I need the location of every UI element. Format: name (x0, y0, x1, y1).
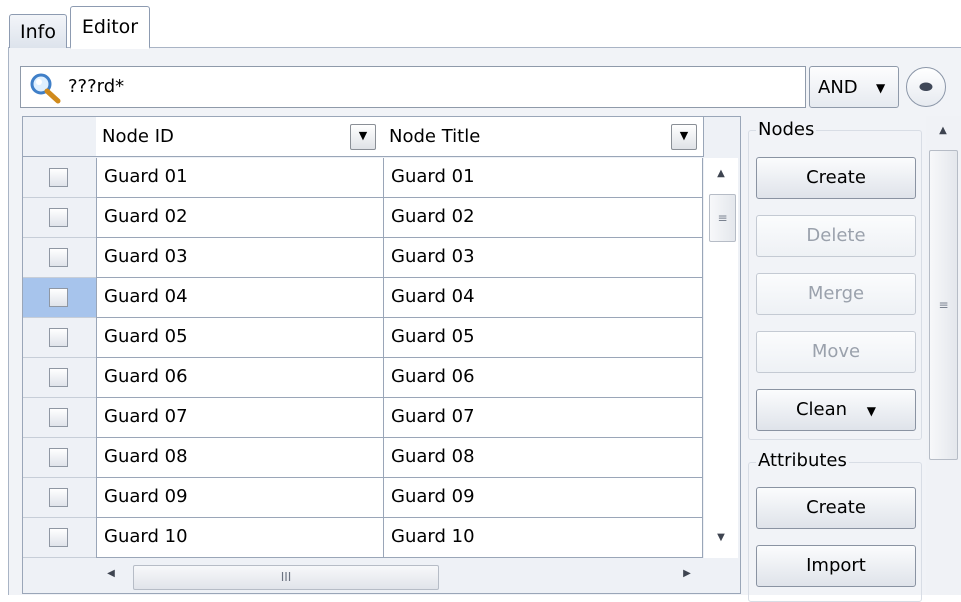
table-row[interactable]: Guard 01 Guard 01 (23, 158, 703, 198)
row-select-cell[interactable] (23, 318, 96, 358)
node-title-cell[interactable]: Guard 04 (383, 278, 703, 318)
table-row[interactable]: Guard 07 Guard 07 (23, 398, 703, 438)
row-checkbox[interactable] (49, 408, 68, 427)
side-panel-scroll-thumb[interactable]: ≡ (929, 150, 958, 460)
node-id-cell[interactable]: Guard 10 (96, 518, 383, 558)
node-title-cell[interactable]: Guard 08 (383, 438, 703, 478)
table-row[interactable]: Guard 04 Guard 04 (23, 278, 703, 318)
clean-button-label: Clean (795, 399, 848, 420)
node-id-cell[interactable]: Guard 04 (96, 278, 383, 318)
node-title-cell[interactable]: Guard 06 (383, 358, 703, 398)
node-title-cell[interactable]: Guard 01 (383, 158, 703, 198)
table-row[interactable]: Guard 02 Guard 02 (23, 198, 703, 238)
double-chevron-down-icon[interactable]: ⬬ (906, 67, 946, 107)
column-header-node-title[interactable]: Node Title ▼ (383, 117, 704, 157)
grid-scroll-thumb[interactable]: ≡ (709, 194, 736, 242)
operator-value: AND (818, 77, 858, 98)
table-row[interactable]: Guard 03 Guard 03 (23, 238, 703, 278)
scroll-up-arrow-icon[interactable]: ▲ (712, 168, 730, 179)
node-id-cell[interactable]: Guard 08 (96, 438, 383, 478)
node-id-cell[interactable]: Guard 03 (96, 238, 383, 278)
tab-editor-label: Editor (81, 16, 139, 38)
node-title-cell[interactable]: Guard 02 (383, 198, 703, 238)
node-id-cell[interactable]: Guard 07 (96, 398, 383, 438)
tab-info-label: Info (20, 21, 56, 43)
attributes-group-title: Attributes (756, 450, 849, 471)
node-id-cell[interactable]: Guard 06 (96, 358, 383, 398)
row-checkbox[interactable] (49, 528, 68, 547)
table-row[interactable]: Guard 10 Guard 10 (23, 518, 703, 558)
row-checkbox[interactable] (49, 168, 68, 187)
tab-info[interactable]: Info (9, 14, 67, 48)
row-select-cell[interactable] (23, 518, 96, 558)
column-header-label: Node ID (102, 126, 174, 147)
table-row[interactable]: Guard 06 Guard 06 (23, 358, 703, 398)
row-checkbox[interactable] (49, 248, 68, 267)
nodes-group-title: Nodes (756, 119, 817, 140)
node-id-cell[interactable]: Guard 01 (96, 158, 383, 198)
create-attribute-button[interactable]: Create (756, 487, 916, 529)
row-checkbox[interactable] (49, 328, 68, 347)
row-select-cell[interactable] (23, 198, 96, 238)
column-header-label: Node Title (389, 126, 481, 147)
row-select-cell[interactable] (23, 398, 96, 438)
table-row[interactable]: Guard 09 Guard 09 (23, 478, 703, 518)
row-checkbox[interactable] (49, 448, 68, 467)
clean-menu-button[interactable]: Clean ▼ (756, 389, 916, 431)
node-title-cell[interactable]: Guard 05 (383, 318, 703, 358)
create-node-button[interactable]: Create (756, 157, 916, 199)
filter-dropdown-icon[interactable]: ▼ (671, 124, 697, 150)
merge-node-button[interactable]: Merge (756, 273, 916, 315)
row-select-cell[interactable] (23, 238, 96, 278)
node-title-cell[interactable]: Guard 03 (383, 238, 703, 278)
import-attribute-button[interactable]: Import (756, 545, 916, 587)
row-checkbox[interactable] (49, 488, 68, 507)
node-id-cell[interactable]: Guard 09 (96, 478, 383, 518)
row-select-cell[interactable] (23, 358, 96, 398)
filter-dropdown-icon[interactable]: ▼ (350, 124, 376, 150)
table-row[interactable]: Guard 05 Guard 05 (23, 318, 703, 358)
scroll-down-arrow-icon[interactable]: ▼ (712, 532, 730, 543)
row-checkbox[interactable] (49, 288, 68, 307)
triangle-down-icon: ▼ (876, 81, 886, 95)
row-select-cell[interactable] (23, 438, 96, 478)
node-title-cell[interactable]: Guard 10 (383, 518, 703, 558)
column-header-node-id[interactable]: Node ID ▼ (96, 117, 384, 157)
grid-hscroll-thumb[interactable]: III (133, 565, 439, 590)
scroll-right-arrow-icon[interactable]: ▶ (680, 568, 694, 579)
operator-select[interactable]: AND ▼ (809, 66, 899, 108)
row-checkbox[interactable] (49, 368, 68, 387)
row-select-cell[interactable] (23, 158, 96, 198)
scroll-up-arrow-icon[interactable]: ▲ (934, 125, 952, 136)
table-row[interactable]: Guard 08 Guard 08 (23, 438, 703, 478)
tab-editor[interactable]: Editor (70, 6, 150, 49)
search-query-text: ???rd* (68, 76, 125, 97)
grid-corner-header (23, 117, 97, 157)
node-title-cell[interactable]: Guard 09 (383, 478, 703, 518)
move-node-button[interactable]: Move (756, 331, 916, 373)
node-id-cell[interactable]: Guard 02 (96, 198, 383, 238)
row-select-cell[interactable] (23, 478, 96, 518)
row-checkbox[interactable] (49, 208, 68, 227)
search-input[interactable] (20, 66, 806, 108)
node-id-cell[interactable]: Guard 05 (96, 318, 383, 358)
row-select-cell[interactable] (23, 278, 96, 318)
scroll-left-arrow-icon[interactable]: ◀ (104, 568, 118, 579)
node-title-cell[interactable]: Guard 07 (383, 398, 703, 438)
triangle-down-icon: ▼ (866, 404, 877, 418)
search-icon (30, 73, 61, 104)
delete-node-button[interactable]: Delete (756, 215, 916, 257)
